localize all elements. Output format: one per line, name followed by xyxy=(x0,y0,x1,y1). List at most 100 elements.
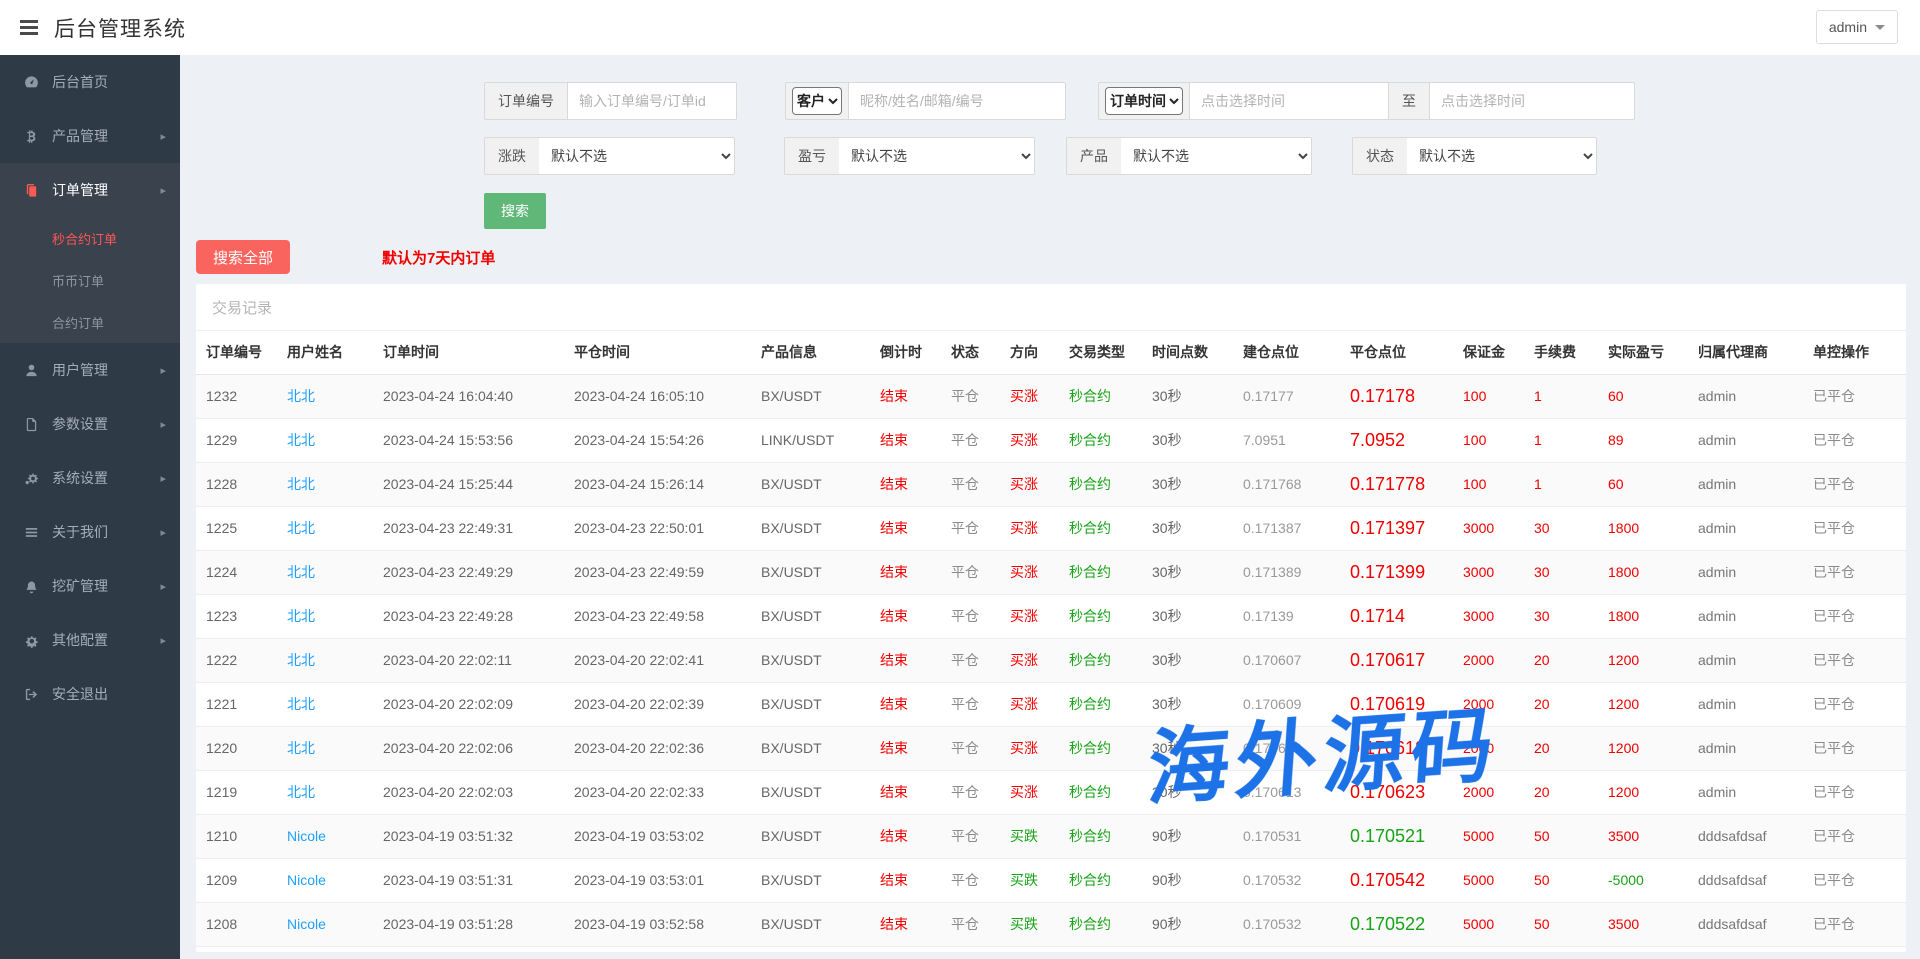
table-row: 1232北北2023-04-24 16:04:402023-04-24 16:0… xyxy=(196,374,1906,418)
cell-control: 已平仓 xyxy=(1807,770,1906,814)
sidebar-item-label: 后台首页 xyxy=(52,72,108,92)
cell-margin: 100 xyxy=(1457,418,1528,462)
cell-close-price: 0.171399 xyxy=(1344,550,1457,594)
cell-fee: 20 xyxy=(1528,638,1602,682)
cell-time-points: 30秒 xyxy=(1146,726,1237,770)
sidebar-item-label: 产品管理 xyxy=(52,126,108,146)
cell-status: 平仓 xyxy=(945,418,1004,462)
time-from-input[interactable] xyxy=(1189,82,1389,120)
logout-icon xyxy=(22,686,40,702)
cell-countdown: 结束 xyxy=(874,814,945,858)
sidebar-item-home[interactable]: 后台首页 xyxy=(0,55,180,109)
cell-profit: 1800 xyxy=(1602,506,1692,550)
product-select[interactable]: 默认不选 xyxy=(1121,137,1312,175)
sidebar-item-params[interactable]: 参数设置 ▸ xyxy=(0,397,180,451)
time-type-select[interactable]: 订单时间 xyxy=(1105,87,1183,115)
cell-fee: 30 xyxy=(1528,550,1602,594)
cell-trade-type: 秒合约 xyxy=(1063,902,1146,946)
cell-direction: 买涨 xyxy=(1004,418,1063,462)
user-link[interactable]: 北北 xyxy=(281,462,377,506)
user-link[interactable]: 北北 xyxy=(281,506,377,550)
submenu-item-seconds-contract-orders[interactable]: 秒合约订单 xyxy=(0,217,180,259)
sidebar-item-orders[interactable]: 订单管理▸ xyxy=(0,163,180,217)
user-link[interactable]: 北北 xyxy=(281,726,377,770)
cell-order-id: 1222 xyxy=(196,638,281,682)
user-link[interactable]: 北北 xyxy=(281,374,377,418)
table-row: 1210Nicole2023-04-19 03:51:322023-04-19 … xyxy=(196,814,1906,858)
table-row: 1219北北2023-04-20 22:02:032023-04-20 22:0… xyxy=(196,770,1906,814)
cell-direction: 买涨 xyxy=(1004,550,1063,594)
menu-toggle-icon[interactable] xyxy=(20,20,38,35)
search-button[interactable]: 搜索 xyxy=(484,193,546,229)
column-header-0: 订单编号 xyxy=(196,331,281,374)
user-link[interactable]: 北北 xyxy=(281,418,377,462)
cell-agent: admin xyxy=(1692,550,1807,594)
cell-direction: 买跌 xyxy=(1004,858,1063,902)
cell-fee: 1 xyxy=(1528,462,1602,506)
time-type-addon: 订单时间 xyxy=(1098,82,1189,120)
submenu-item-coin-orders[interactable]: 币币订单 xyxy=(0,259,180,301)
cell-fee: 20 xyxy=(1528,682,1602,726)
order-no-input[interactable] xyxy=(567,82,737,120)
submenu-item-contract-orders[interactable]: 合约订单 xyxy=(0,301,180,343)
customer-select[interactable]: 客户 xyxy=(792,87,842,115)
cell-time-points: 30秒 xyxy=(1146,418,1237,462)
cell-trade-type: 秒合约 xyxy=(1063,770,1146,814)
sidebar-item-system[interactable]: 系统设置▸ xyxy=(0,451,180,505)
sidebar-item-other[interactable]: 其他配置▸ xyxy=(0,613,180,667)
cell-control: 已平仓 xyxy=(1807,506,1906,550)
cell-trade-type: 秒合约 xyxy=(1063,638,1146,682)
cell-profit: 60 xyxy=(1602,462,1692,506)
cell-control: 已平仓 xyxy=(1807,682,1906,726)
cell-open-time: 2023-04-24 16:04:40 xyxy=(377,374,568,418)
sidebar-item-users[interactable]: 用户管理▸ xyxy=(0,343,180,397)
column-header-7: 方向 xyxy=(1004,331,1063,374)
pl-select[interactable]: 默认不选 xyxy=(839,137,1035,175)
status-select[interactable]: 默认不选 xyxy=(1407,137,1597,175)
cell-status: 平仓 xyxy=(945,726,1004,770)
customer-input[interactable] xyxy=(848,82,1066,120)
user-link[interactable]: 北北 xyxy=(281,770,377,814)
cell-countdown: 结束 xyxy=(874,726,945,770)
cell-fee: 20 xyxy=(1528,770,1602,814)
pl-group: 盈亏 默认不选 xyxy=(784,137,1035,175)
user-dropdown[interactable]: admin xyxy=(1816,10,1898,44)
sidebar-item-label: 挖矿管理 xyxy=(52,576,108,596)
chevron-right-icon: ▸ xyxy=(160,526,166,539)
sidebar-item-logout[interactable]: 安全退出 xyxy=(0,667,180,721)
cell-control: 已平仓 xyxy=(1807,858,1906,902)
cell-trade-type: 秒合约 xyxy=(1063,858,1146,902)
cell-direction: 买跌 xyxy=(1004,902,1063,946)
search-all-button[interactable]: 搜索全部 xyxy=(196,240,290,274)
status-group: 状态 默认不选 xyxy=(1352,137,1597,175)
cell-margin: 100 xyxy=(1457,374,1528,418)
user-link[interactable]: 北北 xyxy=(281,682,377,726)
cell-order-id: 1219 xyxy=(196,770,281,814)
table-row: 1208Nicole2023-04-19 03:51:282023-04-19 … xyxy=(196,902,1906,946)
user-link[interactable]: Nicole xyxy=(281,902,377,946)
user-link[interactable]: Nicole xyxy=(281,858,377,902)
chevron-right-icon: ▸ xyxy=(160,418,166,431)
sidebar-item-products[interactable]: 产品管理▸ xyxy=(0,109,180,163)
order-no-group: 订单编号 xyxy=(484,82,737,120)
sidebar-item-mining[interactable]: 挖矿管理▸ xyxy=(0,559,180,613)
cell-agent: admin xyxy=(1692,682,1807,726)
time-to-input[interactable] xyxy=(1430,82,1635,120)
cell-status: 平仓 xyxy=(945,462,1004,506)
user-link[interactable]: 北北 xyxy=(281,550,377,594)
user-link[interactable]: 北北 xyxy=(281,594,377,638)
user-link[interactable]: 北北 xyxy=(281,638,377,682)
column-header-14: 实际盈亏 xyxy=(1602,331,1692,374)
table-row: 1225北北2023-04-23 22:49:312023-04-23 22:5… xyxy=(196,506,1906,550)
sidebar-item-label: 参数设置 xyxy=(52,414,108,434)
cell-fee: 50 xyxy=(1528,902,1602,946)
cell-time-points: 90秒 xyxy=(1146,902,1237,946)
cell-profit: 3500 xyxy=(1602,814,1692,858)
product-label: 产品 xyxy=(1066,137,1121,175)
column-header-5: 倒计时 xyxy=(874,331,945,374)
cell-fee: 30 xyxy=(1528,594,1602,638)
cell-trade-type: 秒合约 xyxy=(1063,814,1146,858)
updown-select[interactable]: 默认不选 xyxy=(539,137,735,175)
user-link[interactable]: Nicole xyxy=(281,814,377,858)
sidebar-item-about[interactable]: 关于我们▸ xyxy=(0,505,180,559)
